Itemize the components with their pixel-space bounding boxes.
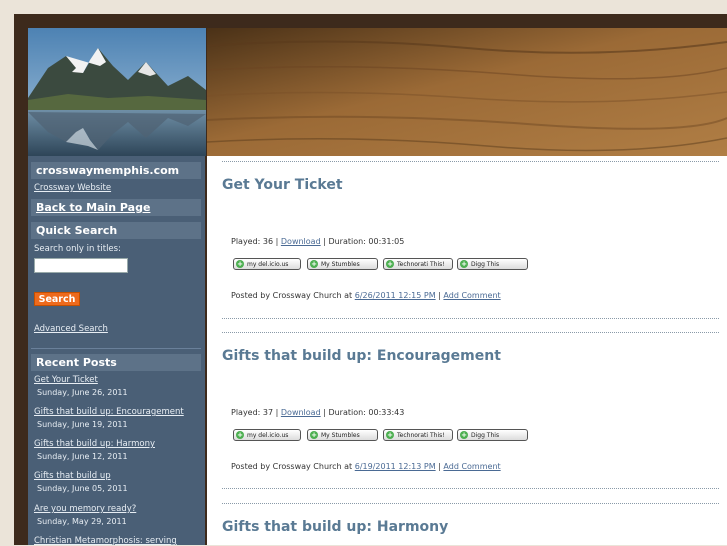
back-to-main-link[interactable]: Back to Main Page: [31, 199, 201, 216]
post-divider: [222, 161, 719, 162]
footer-separator: |: [438, 462, 441, 471]
recent-post-date: Sunday, June 12, 2011: [37, 452, 128, 461]
add-comment-link[interactable]: Add Comment: [443, 291, 500, 300]
posted-by: Posted by Crossway Church at: [231, 291, 353, 300]
digg-button[interactable]: + Digg This: [457, 258, 528, 270]
recent-post-date: Sunday, June 05, 2011: [37, 484, 128, 493]
site-title-heading: crosswaymemphis.com: [31, 162, 201, 179]
plus-icon: +: [386, 431, 394, 439]
header-mountain-photo: [28, 28, 206, 156]
footer-separator: |: [438, 291, 441, 300]
post-divider: [222, 488, 719, 489]
quick-search-heading: Quick Search: [31, 222, 201, 239]
digg-button[interactable]: + Digg This: [457, 429, 528, 441]
duration: | Duration: 00:31:05: [323, 237, 405, 246]
technorati-button[interactable]: + Technorati This!: [383, 429, 453, 441]
post-time-link[interactable]: 6/19/2011 12:13 PM: [355, 462, 436, 471]
recent-post-date: Sunday, June 19, 2011: [37, 420, 128, 429]
plus-icon: +: [236, 431, 244, 439]
played-count: Played: 36 |: [231, 237, 279, 246]
post-title[interactable]: Gifts that build up: Encouragement: [222, 348, 501, 364]
post-title[interactable]: Gifts that build up: Harmony: [222, 519, 448, 535]
search-button[interactable]: Search: [34, 292, 80, 306]
download-link[interactable]: Download: [281, 408, 321, 417]
post-footer: Posted by Crossway Church at 6/26/2011 1…: [231, 291, 501, 300]
plus-icon: +: [236, 260, 244, 268]
recent-post-link[interactable]: Get Your Ticket: [34, 375, 98, 385]
plus-icon: +: [460, 431, 468, 439]
delicious-button[interactable]: + my del.icio.us: [233, 429, 301, 441]
plus-icon: +: [310, 260, 318, 268]
stumbles-button[interactable]: + My Stumbles: [307, 429, 378, 441]
post-time-link[interactable]: 6/26/2011 12:15 PM: [355, 291, 436, 300]
add-comment-link[interactable]: Add Comment: [443, 462, 500, 471]
sidebar-divider: [31, 348, 201, 349]
post-divider: [222, 318, 719, 319]
post-divider: [222, 332, 719, 333]
posted-by: Posted by Crossway Church at: [231, 462, 353, 471]
recent-post-date: Sunday, May 29, 2011: [37, 517, 127, 526]
plus-icon: +: [310, 431, 318, 439]
search-label: Search only in titles:: [34, 244, 121, 254]
search-input[interactable]: [34, 258, 128, 273]
technorati-button[interactable]: + Technorati This!: [383, 258, 453, 270]
header-wood-banner: [207, 28, 727, 156]
stumbles-button[interactable]: + My Stumbles: [307, 258, 378, 270]
recent-posts-heading: Recent Posts: [31, 354, 201, 371]
plus-icon: +: [386, 260, 394, 268]
crossway-website-link[interactable]: Crossway Website: [34, 183, 111, 193]
duration: | Duration: 00:33:43: [323, 408, 405, 417]
recent-post-link[interactable]: Are you memory ready?: [34, 504, 136, 514]
download-link[interactable]: Download: [281, 237, 321, 246]
recent-post-date: Sunday, June 26, 2011: [37, 388, 128, 397]
post-title[interactable]: Get Your Ticket: [222, 177, 343, 193]
post-divider: [222, 503, 719, 504]
post-play-info: Played: 37 | Download | Duration: 00:33:…: [231, 408, 404, 417]
post-play-info: Played: 36 | Download | Duration: 00:31:…: [231, 237, 404, 246]
recent-post-link[interactable]: Gifts that build up: [34, 471, 111, 481]
plus-icon: +: [460, 260, 468, 268]
delicious-button[interactable]: + my del.icio.us: [233, 258, 301, 270]
advanced-search-link[interactable]: Advanced Search: [34, 324, 108, 334]
played-count: Played: 37 |: [231, 408, 279, 417]
recent-post-link[interactable]: Gifts that build up: Encouragement: [34, 407, 184, 417]
recent-post-link[interactable]: Gifts that build up: Harmony: [34, 439, 155, 449]
post-footer: Posted by Crossway Church at 6/19/2011 1…: [231, 462, 501, 471]
